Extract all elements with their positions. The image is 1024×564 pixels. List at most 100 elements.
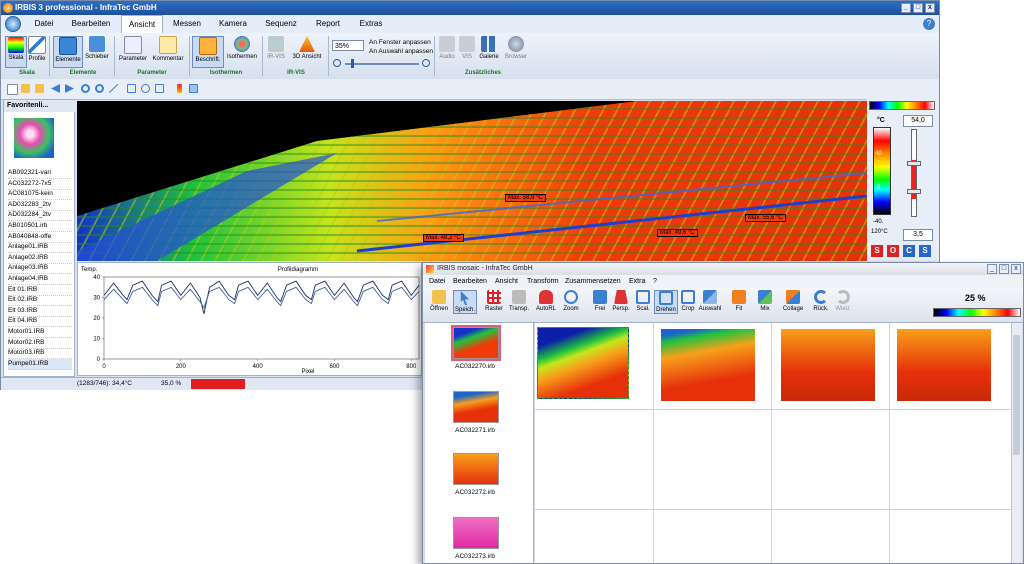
min-value-input[interactable]: 3,5 xyxy=(903,229,933,241)
palette-selector[interactable] xyxy=(869,101,935,110)
copy-icon[interactable] xyxy=(189,84,198,93)
tool-autorl[interactable]: AutoRL xyxy=(533,290,559,312)
maximize-button[interactable]: □ xyxy=(913,3,923,13)
range-track[interactable] xyxy=(911,129,917,217)
tool-scal[interactable]: Scal. xyxy=(633,290,653,312)
mode-s-button[interactable]: S xyxy=(871,245,883,257)
skala-button[interactable]: Skala xyxy=(5,36,27,68)
favorite-item[interactable]: AD032283_2tv xyxy=(8,200,72,211)
favorite-item[interactable]: Motor03.IRB xyxy=(8,348,72,360)
favorite-item[interactable]: Anlage03.IRB xyxy=(8,263,72,275)
thumbnail-3[interactable] xyxy=(453,453,499,485)
fit-selection-button[interactable]: An Auswahl anpassen xyxy=(369,48,433,55)
favorite-item[interactable]: Elt 04.IRB xyxy=(8,316,72,328)
forward-icon[interactable] xyxy=(65,84,74,93)
favorite-item[interactable]: AB092321-vari xyxy=(8,168,72,179)
mosaic-image-1[interactable] xyxy=(537,327,629,399)
mosaic-menu-ansicht[interactable]: Ansicht xyxy=(495,275,518,288)
range-handle-bottom[interactable] xyxy=(907,189,921,194)
menu-datei[interactable]: Datei xyxy=(27,15,61,33)
mosaic-maximize-button[interactable]: □ xyxy=(999,264,1009,274)
tool-fit[interactable]: Fit xyxy=(729,290,749,312)
vis-button[interactable]: VIS xyxy=(459,36,475,68)
audio-button[interactable]: Audio xyxy=(437,36,457,68)
menu-sequenz[interactable]: Sequenz xyxy=(259,15,303,33)
mosaic-close-button[interactable]: x xyxy=(1011,264,1021,274)
max-label-1[interactable]: Max. 58,9 °C xyxy=(505,194,546,202)
favorite-item[interactable]: Elt 02.IRB xyxy=(8,295,72,307)
mosaic-menu-transform[interactable]: Transform xyxy=(527,275,559,288)
line-tool-icon[interactable] xyxy=(109,84,118,93)
menu-ansicht[interactable]: Ansicht xyxy=(121,15,163,33)
app-orb-icon[interactable] xyxy=(5,16,21,32)
favorite-item[interactable]: Elt 03.IRB xyxy=(8,306,72,317)
mosaic-scroll-thumb[interactable] xyxy=(1013,335,1020,455)
region-tool-icon[interactable] xyxy=(155,84,164,93)
tool-raster[interactable]: Raster xyxy=(483,290,505,312)
favorite-item[interactable]: Motor02.IRB xyxy=(8,338,72,349)
tool-drehen[interactable]: Drehen xyxy=(654,290,678,314)
max-value-input[interactable]: 54,0 xyxy=(903,115,933,127)
menu-kamera[interactable]: Kamera xyxy=(213,15,253,33)
open-folder-icon[interactable] xyxy=(35,84,44,93)
menu-extras[interactable]: Extras xyxy=(353,15,389,33)
tool-frei[interactable]: Frei xyxy=(591,290,609,312)
mosaic-image-2[interactable] xyxy=(661,329,755,401)
range-handle-top[interactable] xyxy=(907,161,921,166)
favorite-item[interactable]: AB010501.irb xyxy=(8,221,72,232)
mosaic-minimize-button[interactable]: _ xyxy=(987,264,997,274)
menu-report[interactable]: Report xyxy=(309,15,347,33)
favorite-item[interactable]: Anlage02.IRB xyxy=(8,253,72,264)
back-icon[interactable] xyxy=(51,84,60,93)
tool-rueck[interactable]: Rück. xyxy=(811,290,831,312)
zoom-icon[interactable] xyxy=(81,84,90,93)
tool-auswahl[interactable]: Auswahl xyxy=(697,290,723,312)
mosaic-image-4[interactable] xyxy=(897,329,991,401)
zoom-slider[interactable] xyxy=(345,63,419,65)
favorite-item[interactable]: Pumpe01.IRB xyxy=(8,358,72,370)
thermometer-icon[interactable] xyxy=(177,84,182,93)
favorite-item[interactable]: AB040848-offe xyxy=(8,232,72,243)
new-icon[interactable] xyxy=(7,84,18,95)
mosaic-menu-extra[interactable]: Extra xyxy=(629,275,645,288)
mosaic-menu-help[interactable]: ? xyxy=(653,275,657,288)
zoom-out-icon[interactable] xyxy=(333,59,341,67)
kommentar-button[interactable]: Kommentar xyxy=(151,36,185,68)
minimize-button[interactable]: _ xyxy=(901,3,911,13)
favorite-item[interactable]: AD032284_2tv xyxy=(8,210,72,222)
favorite-item[interactable]: Motor01.IRB xyxy=(8,327,72,338)
max-label-4[interactable]: Max. 48,2 °C xyxy=(423,234,464,242)
mode-s2-button[interactable]: S xyxy=(919,245,931,257)
mosaic-canvas[interactable] xyxy=(535,323,1011,563)
fit-window-button[interactable]: An Fenster anpassen xyxy=(369,39,431,46)
zoom-slider-thumb[interactable] xyxy=(351,59,354,68)
parameter-button[interactable]: Parameter xyxy=(117,36,149,68)
beschrift-button[interactable]: Beschrift. xyxy=(192,36,224,68)
ellipse-tool-icon[interactable] xyxy=(141,84,150,93)
mosaic-scrollbar[interactable] xyxy=(1011,323,1022,563)
max-label-2[interactable]: Max. 55,6 °C xyxy=(745,214,786,222)
3d-ansicht-button[interactable]: 3D Ansicht xyxy=(289,36,325,68)
max-label-3[interactable]: Max. 49,6 °C xyxy=(657,229,698,237)
isothermen-button[interactable]: Isothermen xyxy=(225,36,259,68)
tool-persp[interactable]: Persp. xyxy=(609,290,633,312)
mode-c-button[interactable]: C xyxy=(903,245,915,257)
mosaic-palette-selector[interactable] xyxy=(933,308,1021,317)
zoom-fit-icon[interactable] xyxy=(95,84,104,93)
favorite-item[interactable]: AC032272-7x5 xyxy=(8,179,72,190)
schieber-button[interactable]: Schieber xyxy=(83,36,111,68)
tool-zoom[interactable]: Zoom xyxy=(561,290,581,312)
mosaic-menu-bearbeiten[interactable]: Bearbeiten xyxy=(453,275,487,288)
favorite-item[interactable]: AC081075-kein xyxy=(8,189,72,201)
mosaic-menu-datei[interactable]: Datei xyxy=(429,275,445,288)
browser-button[interactable]: Browser xyxy=(503,36,529,68)
open-icon[interactable] xyxy=(21,84,30,93)
rectangle-tool-icon[interactable] xyxy=(127,84,136,93)
zoom-in-icon[interactable] xyxy=(422,59,430,67)
menu-bearbeiten[interactable]: Bearbeiten xyxy=(65,15,117,33)
thumbnail-2[interactable] xyxy=(453,391,499,423)
galerie-button[interactable]: Galerie xyxy=(477,36,501,68)
tool-crop[interactable]: Crop xyxy=(679,290,697,312)
close-button[interactable]: x xyxy=(925,3,935,13)
tool-speich[interactable]: Speich. xyxy=(453,290,477,314)
